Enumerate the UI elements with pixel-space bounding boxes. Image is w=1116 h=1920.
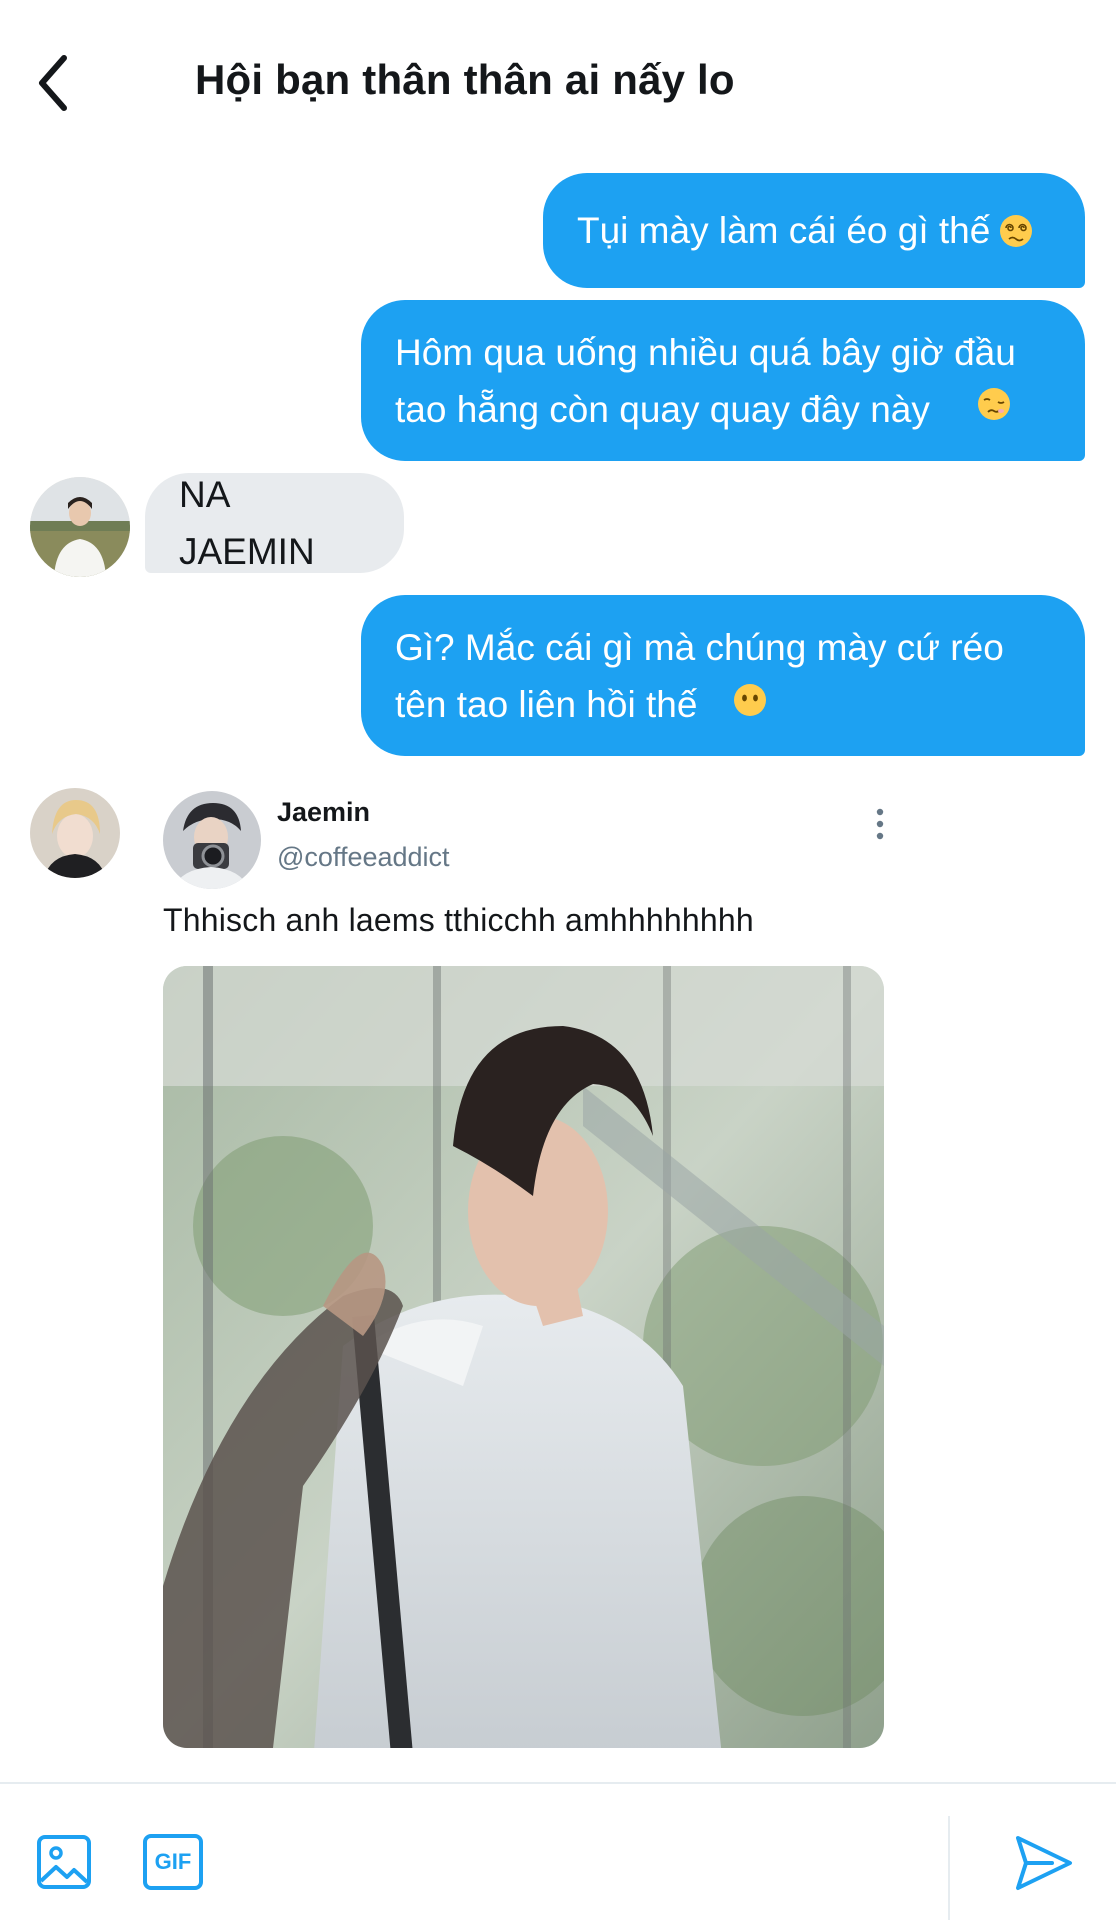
avatar-photo xyxy=(30,477,130,577)
tweet-text: Thhisch anh laems tthicchh amhhhhhhhh xyxy=(163,902,754,938)
add-gif-button[interactable]: GIF xyxy=(143,1834,203,1890)
message-text: NA JAEMIN xyxy=(179,474,315,572)
tweet-media[interactable] xyxy=(163,966,884,1748)
avatar-photo xyxy=(30,788,120,878)
tweet-author-handle[interactable]: @coffeeaddict xyxy=(277,842,450,873)
more-button[interactable] xyxy=(868,806,892,842)
message-text: Hôm qua uống nhiều quá bây giờ đầu tao h… xyxy=(395,331,1016,430)
send-icon xyxy=(1016,1836,1072,1890)
image-icon xyxy=(37,1835,91,1889)
message-bubble-outgoing[interactable]: Gì? Mắc cái gì mà chúng mày cứ réo tên t… xyxy=(361,595,1085,756)
message-bubble-outgoing[interactable]: Hôm qua uống nhiều quá bây giờ đầu tao h… xyxy=(361,300,1085,461)
message-bubble-outgoing[interactable]: Tụi mày làm cái éo gì thế xyxy=(543,173,1085,288)
gif-label: GIF xyxy=(154,1849,192,1874)
message-bubble-incoming[interactable]: NA JAEMIN xyxy=(145,473,404,573)
add-image-button[interactable] xyxy=(36,1834,92,1890)
chevron-left-icon xyxy=(39,55,67,111)
woozy-face-emoji xyxy=(978,388,1010,420)
message-composer: GIF xyxy=(0,1782,1116,1920)
send-button[interactable] xyxy=(1012,1832,1074,1894)
conversation-title: Hội bạn thân thân ai nấy lo xyxy=(195,56,735,103)
tweet-photo xyxy=(163,966,884,1748)
tweet-author-name[interactable]: Jaemin xyxy=(277,797,370,828)
avatar[interactable] xyxy=(30,477,130,577)
no-mouth-face-emoji xyxy=(734,684,766,716)
back-button[interactable] xyxy=(30,50,90,116)
tweet-author-avatar[interactable] xyxy=(163,791,261,889)
avatar-photo xyxy=(163,791,261,889)
avatar[interactable] xyxy=(30,788,120,878)
chat-header: Hội bạn thân thân ai nấy lo xyxy=(0,0,1116,160)
composer-divider xyxy=(948,1816,950,1920)
message-text: Gì? Mắc cái gì mà chúng mày cứ réo tên t… xyxy=(395,626,1004,725)
dizzy-face-emoji xyxy=(1000,214,1033,247)
more-vertical-icon xyxy=(876,808,884,840)
message-text: Tụi mày làm cái éo gì thế xyxy=(577,210,991,251)
